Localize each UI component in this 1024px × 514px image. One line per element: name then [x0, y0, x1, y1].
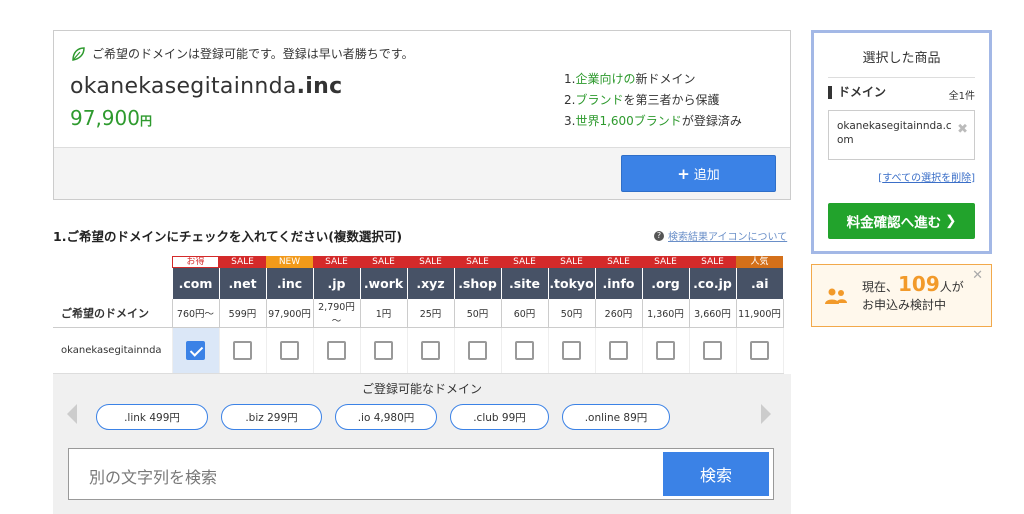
leaf-icon — [72, 46, 85, 61]
tld-name: .tokyo — [547, 268, 595, 299]
tld-checkbox[interactable] — [233, 341, 252, 360]
tld-checkbox[interactable] — [562, 341, 581, 360]
tld-checkbox[interactable] — [609, 341, 628, 360]
cart-category: ドメイン — [828, 86, 886, 99]
tld-checkbox[interactable] — [186, 341, 205, 360]
proceed-button[interactable]: 料金確認へ進む ❯ — [828, 203, 975, 239]
search-box: 別の文字列を検索 検索 — [68, 448, 774, 500]
row-domain-label: okanekasegitainnda — [53, 327, 173, 374]
tld-badge: SALE — [501, 256, 548, 268]
tld-price: 50円 — [547, 299, 596, 328]
tld-price: 60円 — [500, 299, 549, 328]
tld-badge: お得 — [172, 256, 219, 268]
tld-name: .jp — [312, 268, 360, 299]
people-icon — [825, 288, 847, 304]
tld-name: .work — [359, 268, 407, 299]
tld-name: .ai — [735, 268, 783, 299]
tld-badge: NEW — [266, 256, 313, 268]
alternative-domains: ご登録可能なドメイン .link 499円 .biz 299円 .io 4,980円… — [53, 374, 791, 514]
clear-selection-link[interactable]: [すべての選択を削除] — [878, 169, 975, 184]
domain-name: okanekasegitainnda.inc — [70, 74, 343, 99]
search-button[interactable]: 検索 — [663, 452, 769, 496]
tld-price: 50円 — [453, 299, 502, 328]
tld-badge: SALE — [407, 256, 454, 268]
tld-name: .info — [594, 268, 642, 299]
tld-checkbox[interactable] — [656, 341, 675, 360]
tld-price: 1円 — [359, 299, 408, 328]
tld-badge: SALE — [454, 256, 501, 268]
help-link[interactable]: ? 検索結果アイコンについて — [654, 228, 787, 243]
tld-name: .net — [218, 268, 266, 299]
cart-title: 選択した商品 — [862, 51, 941, 66]
section-title: 1.ご希望のドメインにチェックを入れてください(複数選択可) — [53, 229, 403, 244]
search-input[interactable]: 別の文字列を検索 — [89, 464, 217, 488]
tld-price: 11,900円 — [735, 299, 784, 328]
tld-price: 25円 — [406, 299, 455, 328]
cart-item: okanekasegitainnda.com ✖ — [828, 110, 975, 160]
tld-name: .co.jp — [688, 268, 736, 299]
tld-badge: SALE — [642, 256, 689, 268]
domain-suggestion-pill[interactable]: .online 89円 — [562, 404, 670, 430]
availability-text: ご希望のドメインは登録可能です。登録は早い者勝ちです。 — [92, 47, 414, 61]
domain-suggestion-pill[interactable]: .biz 299円 — [221, 404, 322, 430]
tld-badge: 人気 — [736, 256, 783, 268]
tld-checkbox[interactable] — [468, 341, 487, 360]
tld-badge: SALE — [219, 256, 266, 268]
tld-badge: SALE — [595, 256, 642, 268]
tld-price: 2,790円～ — [312, 299, 361, 328]
alternatives-title: ご登録可能なドメイン — [361, 382, 482, 396]
table-label-header: ご希望のドメイン — [53, 299, 172, 328]
tld-name: .com — [171, 268, 219, 299]
tld-price: 760円～ — [171, 299, 220, 328]
prev-arrow-icon[interactable] — [67, 404, 77, 424]
notice-box: ✕ 現在、109人が お申込み検討中 — [811, 264, 992, 327]
cart-panel: 選択した商品 ドメイン 全1件 okanekasegitainnda.com ✖ … — [811, 30, 992, 254]
tld-table: お得 SALE NEW SALE SALE SALE SALE SALE SALE SALE SAL… — [53, 256, 784, 374]
domain-result-card: ご希望のドメインは登録可能です。登録は早い者勝ちです。 okanekasegit… — [53, 30, 791, 200]
feature-point: 1.企業向けの新ドメイン — [564, 72, 696, 86]
close-icon[interactable]: ✕ — [972, 268, 983, 283]
feature-point: 2.ブランドを第三者から保護 — [564, 93, 720, 107]
domain-suggestion-pill[interactable]: .link 499円 — [96, 404, 208, 430]
tld-checkbox[interactable] — [280, 341, 299, 360]
availability-message: ご希望のドメインは登録可能です。登録は早い者勝ちです。 — [70, 45, 414, 62]
next-arrow-icon[interactable] — [761, 404, 771, 424]
domain-price: 97,900円 — [70, 106, 152, 130]
tld-badge: SALE — [689, 256, 736, 268]
tld-checkbox[interactable] — [421, 341, 440, 360]
tld-badge: SALE — [360, 256, 407, 268]
tld-checkbox[interactable] — [374, 341, 393, 360]
tld-name: .xyz — [406, 268, 454, 299]
tld-name: .site — [500, 268, 548, 299]
tld-name: .shop — [453, 268, 501, 299]
tld-price: 599円 — [218, 299, 267, 328]
tld-checkbox[interactable] — [327, 341, 346, 360]
tld-checkbox[interactable] — [750, 341, 769, 360]
question-icon: ? — [654, 230, 664, 241]
cart-count: 全1件 — [948, 91, 975, 102]
tld-price: 260円 — [594, 299, 643, 328]
tld-checkbox[interactable] — [703, 341, 722, 360]
tld-badge: SALE — [548, 256, 595, 268]
domain-suggestion-pill[interactable]: .club 99円 — [450, 404, 549, 430]
plus-icon: + — [677, 164, 690, 183]
add-button[interactable]: + 追加 — [621, 155, 776, 192]
feature-points: 1.企業向けの新ドメイン 2.ブランドを第三者から保護 3.世界1,600ブランドが… — [564, 69, 742, 132]
feature-point: 3.世界1,600ブランドが登録済み — [564, 114, 742, 128]
domain-suggestion-pill[interactable]: .io 4,980円 — [335, 404, 437, 430]
tld-price: 1,360円 — [641, 299, 690, 328]
remove-icon[interactable]: ✖ — [957, 123, 968, 137]
chevron-right-icon: ❯ — [945, 213, 957, 229]
tld-checkbox[interactable] — [515, 341, 534, 360]
tld-name: .org — [641, 268, 689, 299]
tld-badge: SALE — [313, 256, 360, 268]
tld-name: .inc — [265, 268, 313, 299]
tld-price: 97,900円 — [265, 299, 314, 328]
tld-price: 3,660円 — [688, 299, 737, 328]
notice-text: 現在、109人が お申込み検討中 — [862, 272, 964, 312]
